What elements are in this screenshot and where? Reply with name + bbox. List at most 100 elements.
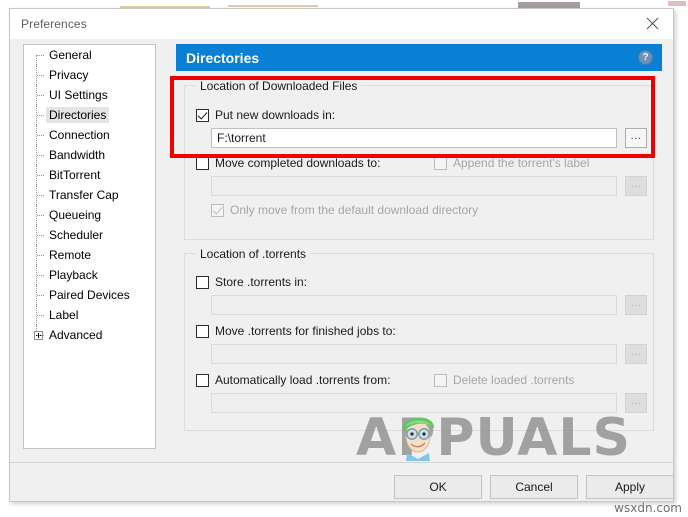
auto-load-torrents-browse-button: ... [625, 393, 647, 413]
sidebar-item-paired-devices[interactable]: Paired Devices [24, 285, 155, 305]
sidebar-item-label: Advanced [49, 328, 103, 342]
tree-branch-icon [32, 145, 46, 165]
sidebar-item-ui-settings[interactable]: UI Settings [24, 85, 155, 105]
sidebar-item-label: Paired Devices [49, 288, 130, 302]
sidebar-item-label: Directories [46, 107, 110, 123]
put-new-downloads-label: Put new downloads in: [215, 108, 336, 122]
sidebar-item-scheduler[interactable]: Scheduler [24, 225, 155, 245]
checkbox-icon[interactable] [196, 325, 209, 338]
dialog-content: General Privacy UI Settings Directories … [10, 39, 674, 501]
store-torrents-path-input [211, 295, 617, 315]
only-move-default-label: Only move from the default download dire… [230, 203, 479, 217]
sidebar-item-label: BitTorrent [49, 168, 101, 182]
torrents-location-legend: Location of .torrents [196, 247, 311, 261]
panel-body: Location of Downloaded Files Put new dow… [176, 71, 662, 449]
download-path-browse-button[interactable]: ... [625, 128, 647, 148]
store-torrents-checkbox-row[interactable]: Store .torrents in: [196, 276, 307, 289]
checkbox-icon[interactable] [196, 374, 209, 387]
footer-separator [10, 462, 673, 463]
sidebar-item-label[interactable]: Label [24, 305, 155, 325]
tree-branch-icon [32, 325, 46, 345]
sidebar-item-label: Privacy [49, 68, 89, 82]
downloaded-files-legend: Location of Downloaded Files [196, 79, 362, 93]
move-finished-torrents-browse-button: ... [625, 344, 647, 364]
tree-branch-icon [32, 305, 46, 325]
sidebar-item-remote[interactable]: Remote [24, 245, 155, 265]
cancel-button[interactable]: Cancel [490, 475, 578, 499]
tree-branch-icon [32, 165, 46, 185]
sidebar-item-label: Transfer Cap [49, 188, 119, 202]
help-icon[interactable]: ? [638, 50, 653, 65]
tree-branch-icon [32, 265, 46, 285]
tree-branch-icon [32, 45, 46, 65]
checkbox-icon[interactable] [196, 109, 209, 122]
tree-branch-icon [32, 65, 46, 85]
window-title: Preferences [21, 17, 87, 31]
checkbox-icon [434, 157, 447, 170]
auto-load-torrents-label: Automatically load .torrents from: [215, 373, 391, 387]
delete-loaded-torrents-checkbox-row: Delete loaded .torrents [434, 374, 574, 387]
tree-branch-icon [32, 185, 46, 205]
sidebar-item-label: Queueing [49, 208, 102, 222]
sidebar-item-label: Remote [49, 248, 92, 262]
apply-button[interactable]: Apply [586, 475, 674, 499]
directories-panel: Directories ? Location of Downloaded Fil… [176, 44, 662, 449]
sidebar-item-label: Label [49, 308, 79, 322]
store-torrents-browse-button: ... [625, 295, 647, 315]
append-torrent-label-label: Append the torrent's label [453, 156, 590, 170]
sidebar-item-label: Playback [49, 268, 98, 282]
sidebar-item-queueing[interactable]: Queueing [24, 205, 155, 225]
auto-load-torrents-checkbox-row[interactable]: Automatically load .torrents from: [196, 374, 390, 387]
tree-branch-icon [32, 85, 46, 105]
sidebar-item-label: UI Settings [49, 88, 108, 102]
store-torrents-label: Store .torrents in: [215, 275, 308, 289]
expand-plus-icon[interactable] [34, 331, 43, 340]
sidebar-item-transfer-cap[interactable]: Transfer Cap [24, 185, 155, 205]
move-completed-label: Move completed downloads to: [215, 156, 381, 170]
move-completed-checkbox-row[interactable]: Move completed downloads to: [196, 157, 380, 170]
put-new-downloads-checkbox-row[interactable]: Put new downloads in: [196, 109, 335, 122]
checkbox-icon [434, 374, 447, 387]
auto-load-torrents-path-input [211, 393, 617, 413]
settings-tree[interactable]: General Privacy UI Settings Directories … [23, 44, 156, 449]
sidebar-item-privacy[interactable]: Privacy [24, 65, 155, 85]
move-finished-torrents-path-input [211, 344, 617, 364]
tree-branch-icon [32, 225, 46, 245]
background-top-accent [668, 1, 686, 6]
tree-branch-icon [32, 105, 46, 125]
ok-button[interactable]: OK [394, 475, 482, 499]
sidebar-item-playback[interactable]: Playback [24, 265, 155, 285]
close-icon [646, 17, 658, 30]
preferences-dialog: Preferences General Privacy UI Settings [9, 8, 674, 502]
checkbox-icon[interactable] [196, 276, 209, 289]
delete-loaded-torrents-label: Delete loaded .torrents [453, 373, 575, 387]
move-completed-path-input [211, 176, 617, 196]
checkbox-icon [211, 204, 224, 217]
sidebar-item-connection[interactable]: Connection [24, 125, 155, 145]
sidebar-item-bandwidth[interactable]: Bandwidth [24, 145, 155, 165]
move-finished-torrents-checkbox-row[interactable]: Move .torrents for finished jobs to: [196, 325, 396, 338]
sidebar-item-label: Scheduler [49, 228, 104, 242]
tree-branch-icon [32, 205, 46, 225]
sidebar-item-general[interactable]: General [24, 45, 155, 65]
sidebar-item-label: Bandwidth [49, 148, 106, 162]
background-top-line-2 [228, 5, 318, 7]
tree-branch-icon [32, 285, 46, 305]
title-bar: Preferences [10, 9, 673, 40]
sidebar-item-label: General [49, 48, 92, 62]
close-button[interactable] [631, 9, 673, 38]
checkbox-icon[interactable] [196, 157, 209, 170]
download-path-input[interactable]: F:\torrent [211, 128, 617, 148]
sidebar-item-label: Connection [49, 128, 110, 142]
move-completed-browse-button: ... [625, 176, 647, 196]
sidebar-item-bittorrent[interactable]: BitTorrent [24, 165, 155, 185]
sidebar-item-advanced[interactable]: Advanced [24, 325, 155, 345]
panel-title: Directories [186, 49, 260, 66]
move-finished-torrents-label: Move .torrents for finished jobs to: [215, 324, 396, 338]
sidebar-item-directories[interactable]: Directories [24, 105, 155, 125]
panel-header: Directories ? [176, 44, 662, 71]
only-move-default-checkbox-row: Only move from the default download dire… [211, 204, 478, 217]
tree-branch-icon [32, 125, 46, 145]
append-torrent-label-checkbox-row: Append the torrent's label [434, 157, 589, 170]
tree-branch-icon [32, 245, 46, 265]
